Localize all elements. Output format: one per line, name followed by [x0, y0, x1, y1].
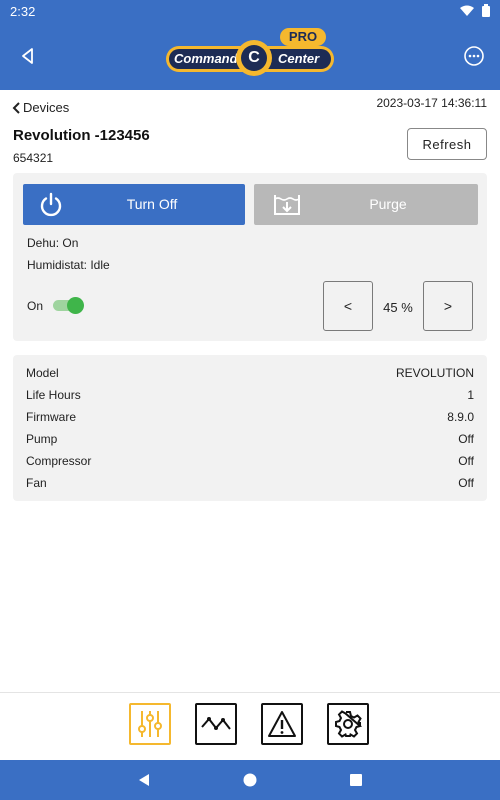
sliders-icon	[138, 711, 162, 737]
info-key: Firmware	[26, 410, 76, 424]
setpoint-decrement-button[interactable]: <	[323, 281, 373, 331]
status-bar: 2:32	[0, 0, 500, 22]
humidistat-status: Humidistat: Idle	[27, 258, 110, 272]
toggle-thumb	[67, 297, 84, 314]
nav-back-icon[interactable]	[136, 772, 152, 788]
turn-off-button[interactable]: Turn Off	[23, 184, 245, 225]
setpoint-increment-button[interactable]: >	[423, 281, 473, 331]
dehu-status: Dehu: On	[27, 236, 79, 250]
app-bar: PRO Command Center C	[0, 22, 500, 90]
info-key: Pump	[26, 432, 58, 446]
refresh-button[interactable]: Refresh	[407, 128, 487, 160]
status-icons	[460, 4, 490, 17]
info-row-fan: Fan Off	[26, 472, 474, 494]
nav-recents-icon[interactable]	[348, 772, 364, 788]
command-center-logo: PRO Command Center C	[166, 26, 334, 86]
tab-settings[interactable]	[327, 703, 369, 745]
device-title: Revolution -123456	[13, 127, 150, 144]
info-key: Compressor	[26, 454, 92, 468]
logo-word-command: Command	[174, 51, 238, 66]
more-options-icon[interactable]	[462, 44, 486, 68]
wifi-icon	[460, 5, 474, 16]
tab-controls[interactable]	[129, 703, 171, 745]
turn-off-label: Turn Off	[126, 196, 178, 212]
info-value: Off	[458, 476, 474, 490]
gear-icon	[335, 710, 363, 738]
purge-button[interactable]: Purge	[254, 184, 478, 225]
nav-home-icon[interactable]	[242, 772, 258, 788]
info-value: REVOLUTION	[395, 366, 474, 380]
info-value: Off	[458, 454, 474, 468]
trend-graph-icon	[201, 717, 231, 730]
info-value: 8.9.0	[447, 410, 474, 424]
info-value: 1	[467, 388, 474, 402]
tab-trends[interactable]	[195, 703, 237, 745]
back-arrow-icon[interactable]	[16, 44, 40, 68]
info-row-model: Model REVOLUTION	[26, 362, 474, 384]
logo-pro-badge: PRO	[280, 28, 326, 46]
info-key: Life Hours	[26, 388, 81, 402]
system-nav-bar	[0, 760, 500, 800]
power-toggle[interactable]	[53, 297, 84, 314]
info-row-firmware: Firmware 8.9.0	[26, 406, 474, 428]
purge-label: Purge	[369, 196, 407, 212]
power-toggle-label: On	[27, 299, 44, 313]
devices-link-label: Devices	[23, 100, 70, 115]
tab-alerts[interactable]	[261, 703, 303, 745]
last-update-timestamp: 2023-03-17 14:36:11	[376, 96, 487, 110]
status-time: 2:32	[10, 4, 36, 19]
setpoint-value: 45 %	[383, 300, 413, 315]
info-value: Off	[458, 432, 474, 446]
info-row-compressor: Compressor Off	[26, 450, 474, 472]
logo-word-center: Center	[278, 51, 320, 66]
info-key: Model	[26, 366, 59, 380]
logo-c-mark: C	[241, 45, 267, 71]
battery-icon	[482, 4, 490, 17]
bottom-divider	[0, 692, 500, 693]
device-serial: 654321	[13, 151, 54, 165]
control-card: Turn Off Purge Dehu: On Humidistat: Idle…	[13, 173, 487, 341]
info-key: Fan	[26, 476, 47, 490]
warning-icon	[268, 711, 296, 737]
device-info-card: Model REVOLUTION Life Hours 1 Firmware 8…	[13, 355, 487, 501]
chevron-left-icon	[12, 101, 20, 114]
info-row-life-hours: Life Hours 1	[26, 384, 474, 406]
devices-back-link[interactable]: Devices	[12, 100, 69, 115]
info-row-pump: Pump Off	[26, 428, 474, 450]
